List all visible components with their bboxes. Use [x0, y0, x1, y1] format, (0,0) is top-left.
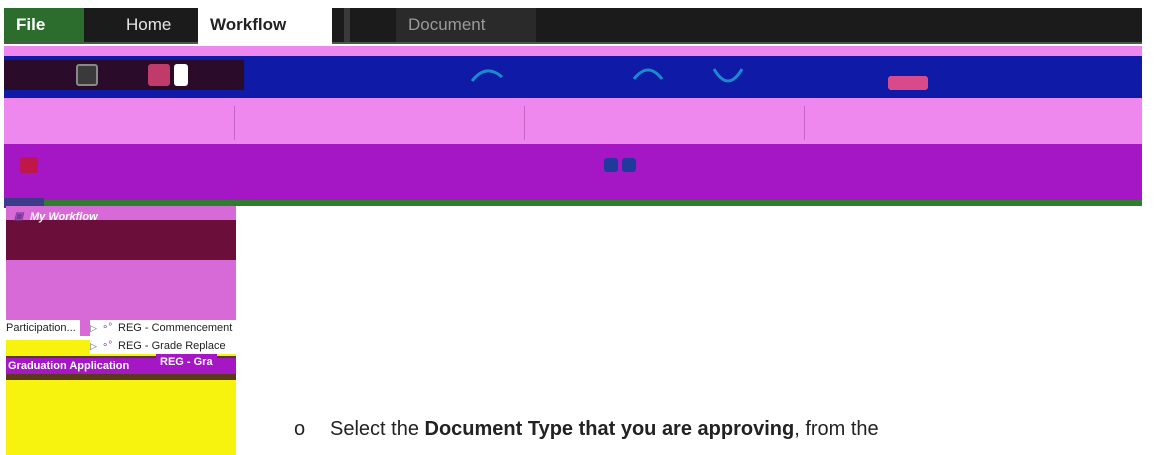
tree-root-label: My Workflow [30, 211, 98, 223]
workflow-icon [148, 64, 170, 86]
ribbon-button-refresh[interactable] [624, 60, 672, 90]
tab-file[interactable]: File [4, 8, 84, 42]
ribbon-separator [234, 106, 235, 140]
tree-item-label: Participation... [6, 322, 76, 334]
instruction-suffix: , from the [794, 418, 879, 440]
instruction-prefix: Select the [330, 418, 425, 440]
expand-arrow-icon[interactable]: ▷ [90, 320, 100, 336]
check-icon [712, 68, 744, 83]
workflow-tree-panel: ▣ My Workflow Participation... ▷ ∘° REG … [6, 206, 236, 455]
ribbon-group-labels-row [4, 144, 1142, 200]
instruction-text: o Select the Document Type that you are a… [294, 418, 1154, 441]
tab-workflow[interactable]: Workflow [198, 8, 332, 44]
tree-item-participation[interactable]: Participation... [6, 320, 80, 336]
refresh-icon [632, 68, 664, 80]
tree-item-label: REG - Commencement [118, 322, 233, 334]
ribbon-button-new[interactable] [72, 60, 102, 90]
tab-document[interactable]: Document [396, 8, 536, 42]
workflow-node-icon: ∘° [102, 340, 113, 351]
flag-icon [20, 157, 38, 173]
tree-item-label: REG - Gra [160, 356, 213, 368]
tree-root-my-workflow[interactable]: ▣ My Workflow [14, 209, 98, 225]
ribbon-button-options[interactable] [884, 68, 932, 98]
options-icon [888, 76, 928, 90]
tree-item-reg-commencement[interactable]: ▷ ∘° REG - Commencement [90, 320, 236, 336]
tab-divider [344, 8, 350, 42]
small-action-icon [604, 158, 618, 172]
workflow-folder-icon: ▣ [14, 211, 24, 222]
ribbon-toolbar-left-group [4, 60, 244, 90]
ribbon-separator [804, 106, 805, 140]
instruction-bold: Document Type that you are approving [424, 418, 795, 440]
tree-item-reg-grade-replace[interactable]: ▷ ∘° REG - Grade Replace [90, 338, 236, 354]
tree-selected-band [6, 220, 236, 260]
expand-arrow-icon[interactable]: ▷ [90, 338, 100, 354]
list-icon [174, 64, 188, 86]
tree-item-reg-gra[interactable]: REG - Gra [156, 354, 217, 370]
ribbon-button-undo[interactable] [464, 60, 512, 90]
tab-home[interactable]: Home [114, 8, 206, 42]
document-icon [76, 64, 98, 86]
ribbon-button-left[interactable] [16, 150, 42, 180]
tree-item-label: Graduation Application [8, 360, 130, 372]
ribbon-separator [524, 106, 525, 140]
ribbon-button-small[interactable] [600, 150, 640, 180]
bullet-marker: o [294, 418, 306, 440]
ribbon-button-approve[interactable] [704, 60, 752, 90]
ribbon-tab-strip: File Home Workflow Document [4, 8, 1142, 44]
small-action-icon [622, 158, 636, 172]
ribbon-panel [4, 46, 1142, 200]
workflow-node-icon: ∘° [102, 322, 113, 333]
undo-icon [470, 69, 503, 82]
tree-item-label: REG - Grade Replace [118, 340, 226, 352]
ribbon-button-group[interactable] [144, 60, 192, 90]
